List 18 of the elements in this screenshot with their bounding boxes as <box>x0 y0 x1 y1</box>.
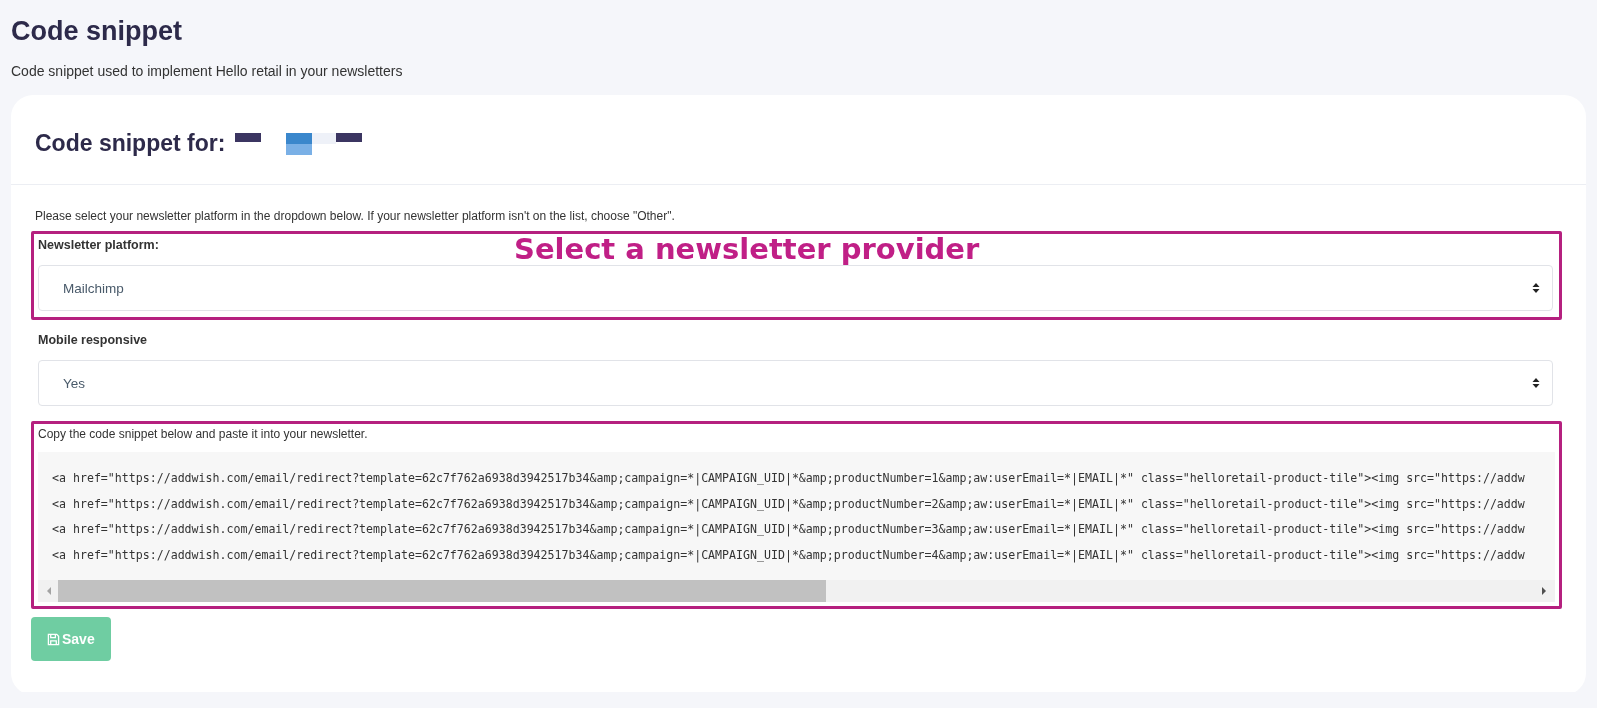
snippet-label: Copy the code snippet below and paste it into your newsletter. <box>38 427 369 441</box>
scrollbar-thumb[interactable] <box>58 580 827 602</box>
card-title: Code snippet for: <box>35 130 226 157</box>
annotation-text: Select a newsletter provider <box>514 235 980 264</box>
dropdown-field[interactable]: Yes <box>38 360 1553 406</box>
field-label: Mobile responsive <box>38 333 148 347</box>
page-title: Code snippet <box>11 16 183 47</box>
dropdown-field[interactable]: Mailchimp <box>38 265 1553 311</box>
instructions-text: Please select your newsletter platform in the dropdown below. If your newsletter platform isn't on the list, choose "Other". <box>35 209 676 223</box>
code-line: <a href="https://addwish.com/email/redirect?template=62c7f762a6938d3942517b34&amp;campaign=*|CAMPAIGN_UID|*&amp;productNumber=1&amp;aw:userEmail=*|EMAIL|*" class="helloretail-product-tile"><img src="https://addw <box>52 470 1526 488</box>
code-line: <a href="https://addwish.com/email/redirect?template=62c7f762a6938d3942517b34&amp;campaign=*|CAMPAIGN_UID|*&amp;productNumber=3&amp;aw:userEmail=*|EMAIL|*" class="helloretail-product-tile"><img src="https://addw <box>52 521 1526 539</box>
sort-arrows-icon <box>1532 377 1540 389</box>
field-label: Newsletter platform: <box>38 238 159 252</box>
code-line: <a href="https://addwish.com/email/redirect?template=62c7f762a6938d3942517b34&amp;campaign=*|CAMPAIGN_UID|*&amp;productNumber=4&amp;aw:userEmail=*|EMAIL|*" class="helloretail-product-tile"><img src="https://addw <box>52 546 1526 565</box>
sort-arrows-icon <box>1532 282 1540 294</box>
scroll-right-icon[interactable] <box>1539 586 1549 596</box>
code-line: <a href="https://addwish.com/email/redirect?template=62c7f762a6938d3942517b34&amp;campaign=*|CAMPAIGN_UID|*&amp;productNumber=2&amp;aw:userEmail=*|EMAIL|*" class="helloretail-product-tile"><img src="https://addw <box>52 495 1526 514</box>
page-subtitle: Code snippet used to implement Hello retail in your newsletters <box>11 63 404 79</box>
